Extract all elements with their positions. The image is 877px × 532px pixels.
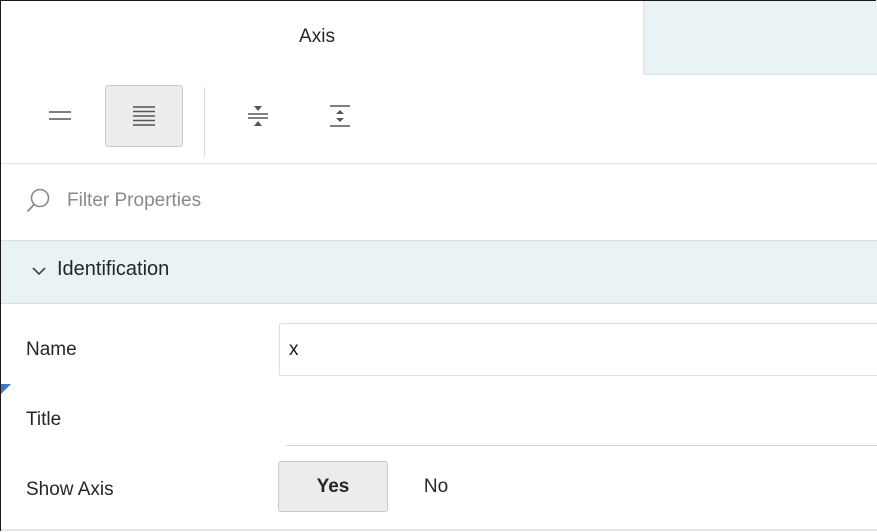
expanded-view-button[interactable]	[105, 85, 183, 147]
name-field[interactable]	[279, 323, 877, 376]
expand-all-icon	[330, 105, 350, 127]
tab-axis-label: Axis	[299, 26, 335, 47]
title-label: Title	[26, 409, 62, 430]
expanded-view-icon	[133, 106, 155, 126]
name-value: x	[289, 339, 299, 360]
section-identification[interactable]: Identification	[1, 240, 877, 304]
search-icon	[26, 188, 50, 213]
show-axis-no-button[interactable]: No	[401, 461, 471, 512]
show-axis-label: Show Axis	[26, 479, 114, 500]
property-editor: Axis Filter Properties Identification Na…	[0, 0, 877, 531]
collapse-all-icon	[248, 106, 268, 126]
name-label: Name	[26, 339, 77, 360]
tab-inactive[interactable]	[643, 1, 877, 75]
title-field[interactable]	[286, 445, 877, 446]
filter-bar	[1, 164, 877, 240]
section-title: Identification	[57, 258, 170, 280]
toolbar	[1, 75, 877, 163]
filter-properties-input[interactable]	[67, 182, 767, 220]
collapse-all-button[interactable]	[219, 85, 297, 147]
show-axis-yes-button[interactable]: Yes	[278, 461, 388, 512]
required-marker	[1, 384, 11, 394]
collapsed-view-button[interactable]	[21, 85, 99, 147]
toolbar-separator	[204, 87, 205, 157]
collapsed-view-icon	[49, 111, 71, 120]
tab-bar: Axis	[1, 1, 877, 75]
expand-all-button[interactable]	[301, 85, 379, 147]
tab-axis[interactable]: Axis	[1, 1, 643, 75]
bottom-divider	[1, 529, 877, 531]
chevron-down-icon	[32, 267, 46, 276]
